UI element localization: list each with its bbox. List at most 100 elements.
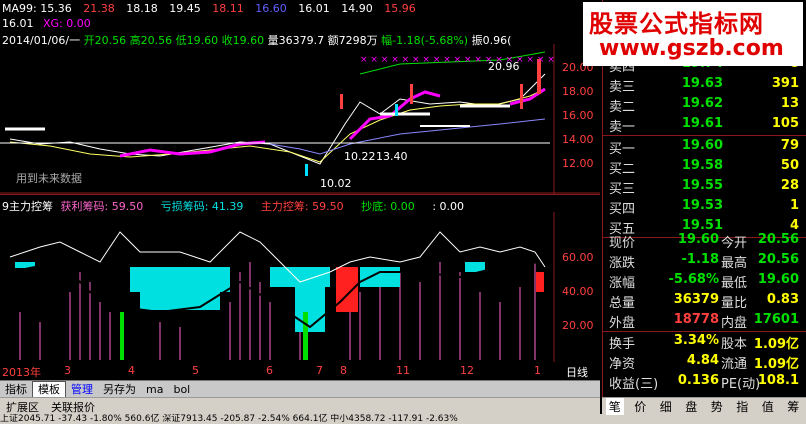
tab-tick[interactable]: 笔 — [605, 398, 624, 415]
date-axis: 2013年 3 4 5 6 7 8 11 12 1 日线 — [0, 364, 600, 380]
ma-value: 18.18 — [126, 2, 158, 15]
date-tick: 12 — [460, 364, 474, 377]
xg-row: 16.01 XG: 0.00 — [2, 17, 91, 30]
indicator-tabs: 指标 模板 管理 另存为 ma bol — [0, 380, 600, 398]
ma-value: 21.38 — [83, 2, 115, 15]
order-price: 19.61 — [681, 116, 723, 131]
quote-key: 内盘 — [721, 316, 748, 331]
tab-manage[interactable]: 管理 — [66, 382, 98, 397]
quote-value: 0.83 — [766, 292, 799, 307]
watermark-url: www.gszb.com — [599, 36, 784, 61]
index-ticker: 上证2045.71 -37.43 -1.80% 560.6亿 深证7913.45… — [0, 414, 806, 424]
quote-key: 净资 — [609, 357, 636, 372]
order-volume: 1 — [789, 198, 799, 213]
label-13-40: 13.40 — [376, 150, 408, 163]
date-tick: 3 — [64, 364, 71, 377]
axis-tick: 14.00 — [562, 133, 594, 146]
quote-value: 19.60 — [757, 272, 799, 287]
ma-value: 19.45 — [169, 2, 201, 15]
order-buy-1[interactable]: 买一 19.60 79 — [603, 138, 803, 158]
axis-tick: 20.00 — [562, 319, 594, 332]
order-price: 19.63 — [681, 76, 723, 91]
quote-value: 20.56 — [757, 232, 799, 247]
date-tick: 7 — [316, 364, 323, 377]
order-sell-3[interactable]: 卖三 19.63 391 — [603, 76, 803, 96]
order-price: 19.53 — [681, 198, 723, 213]
label-10-22: 10.22 — [344, 150, 376, 163]
tab-trend[interactable]: 势 — [708, 398, 726, 415]
ma-value: 18.11 — [212, 2, 244, 15]
order-volume: 79 — [780, 138, 799, 153]
extension-area-button[interactable]: 扩展区 — [0, 399, 45, 415]
order-price: 19.51 — [681, 218, 723, 233]
quote-row-netassets: 净资 4.84 流通 1.09亿 — [603, 353, 803, 373]
future-data-note: 用到未来数据 — [16, 172, 82, 185]
quote-key: 涨跌 — [609, 256, 636, 271]
order-label: 卖三 — [609, 80, 636, 95]
divider — [603, 135, 806, 136]
date-tick: 8 — [340, 364, 347, 377]
axis-tick: 40.00 — [562, 285, 594, 298]
order-label: 卖一 — [609, 120, 636, 135]
date-tick: 6 — [266, 364, 273, 377]
order-label: 买一 — [609, 142, 636, 157]
tab-chips[interactable]: 筹 — [784, 398, 802, 415]
order-price: 19.62 — [681, 96, 723, 111]
axis-tick: 60.00 — [562, 251, 594, 264]
axis-tick: 16.00 — [562, 109, 594, 122]
extension-bar: 扩展区 关联报价 — [0, 397, 600, 415]
watermark-title: 股票公式指标网 — [589, 10, 764, 38]
order-sell-2[interactable]: 卖二 19.62 13 — [603, 96, 803, 116]
order-buy-4[interactable]: 买四 19.53 1 — [603, 198, 803, 218]
order-buy-2[interactable]: 买二 19.58 50 — [603, 158, 803, 178]
indicator-chart[interactable] — [0, 212, 600, 362]
tab-bol[interactable]: bol — [168, 382, 195, 397]
quote-value: 4.84 — [686, 353, 719, 368]
quote-value: 108.1 — [757, 373, 799, 388]
price-axis: 20.00 18.00 16.00 14.00 12.00 — [562, 62, 594, 182]
value: 16.01 — [2, 17, 34, 30]
tab-detail[interactable]: 细 — [657, 398, 675, 415]
indicator-axis: 60.00 40.00 20.00 — [562, 252, 594, 354]
quote-key: 量比 — [721, 296, 748, 311]
tab-template[interactable]: 模板 — [32, 381, 66, 398]
quote-key: 外盘 — [609, 316, 636, 331]
order-volume: 105 — [771, 116, 799, 131]
order-sell-1[interactable]: 卖一 19.61 105 — [603, 116, 803, 136]
tab-indicator[interactable]: 指标 — [0, 382, 32, 397]
order-volume: 28 — [780, 178, 799, 193]
tab-board[interactable]: 盘 — [682, 398, 700, 415]
right-tabstrip: 笔 价 细 盘 势 指 值 筹 — [602, 397, 806, 415]
high-label: 20.96 — [488, 60, 520, 73]
quote-key: 现价 — [609, 236, 636, 251]
quote-value: 18778 — [673, 312, 719, 327]
quote-value: 1.09亿 — [753, 337, 799, 352]
quote-value: -1.18 — [681, 252, 719, 267]
xg-value: XG: 0.00 — [43, 17, 91, 30]
quote-key: 收益(三) — [609, 377, 659, 392]
quote-key: 最低 — [721, 276, 748, 291]
period-label[interactable]: 日线 — [566, 364, 588, 380]
ma-value: 16.01 — [298, 2, 330, 15]
tab-value[interactable]: 值 — [759, 398, 777, 415]
tab-index[interactable]: 指 — [733, 398, 751, 415]
quote-value: 20.56 — [757, 252, 799, 267]
ma-values-row: MA99: 15.36 21.38 18.18 19.45 18.11 16.6… — [2, 2, 424, 15]
tab-save-as[interactable]: 另存为 — [98, 382, 141, 397]
axis-tick: 18.00 — [562, 85, 594, 98]
order-volume: 13 — [780, 96, 799, 111]
quote-value: 36379 — [673, 292, 719, 307]
quote-row-turnover: 换手 3.34% 股本 1.09亿 — [603, 333, 803, 353]
date-tick: 2013年 — [2, 366, 41, 379]
tab-ma[interactable]: ma — [141, 382, 168, 397]
tab-price[interactable]: 价 — [631, 398, 649, 415]
quote-row-change: 涨跌 -1.18 最高 20.56 — [603, 252, 803, 272]
quote-row-outer: 外盘 18778 内盘 17601 — [603, 312, 803, 332]
quote-key: 总量 — [609, 296, 636, 311]
quote-value: -5.68% — [668, 272, 720, 287]
watermark-logo: 股票公式指标网 www.gszb.com — [583, 2, 803, 66]
order-volume: 391 — [771, 76, 799, 91]
related-quotes-button[interactable]: 关联报价 — [45, 399, 101, 415]
chart-area[interactable]: MA99: 15.36 21.38 18.18 19.45 18.11 16.6… — [0, 0, 600, 380]
order-buy-3[interactable]: 买三 19.55 28 — [603, 178, 803, 198]
